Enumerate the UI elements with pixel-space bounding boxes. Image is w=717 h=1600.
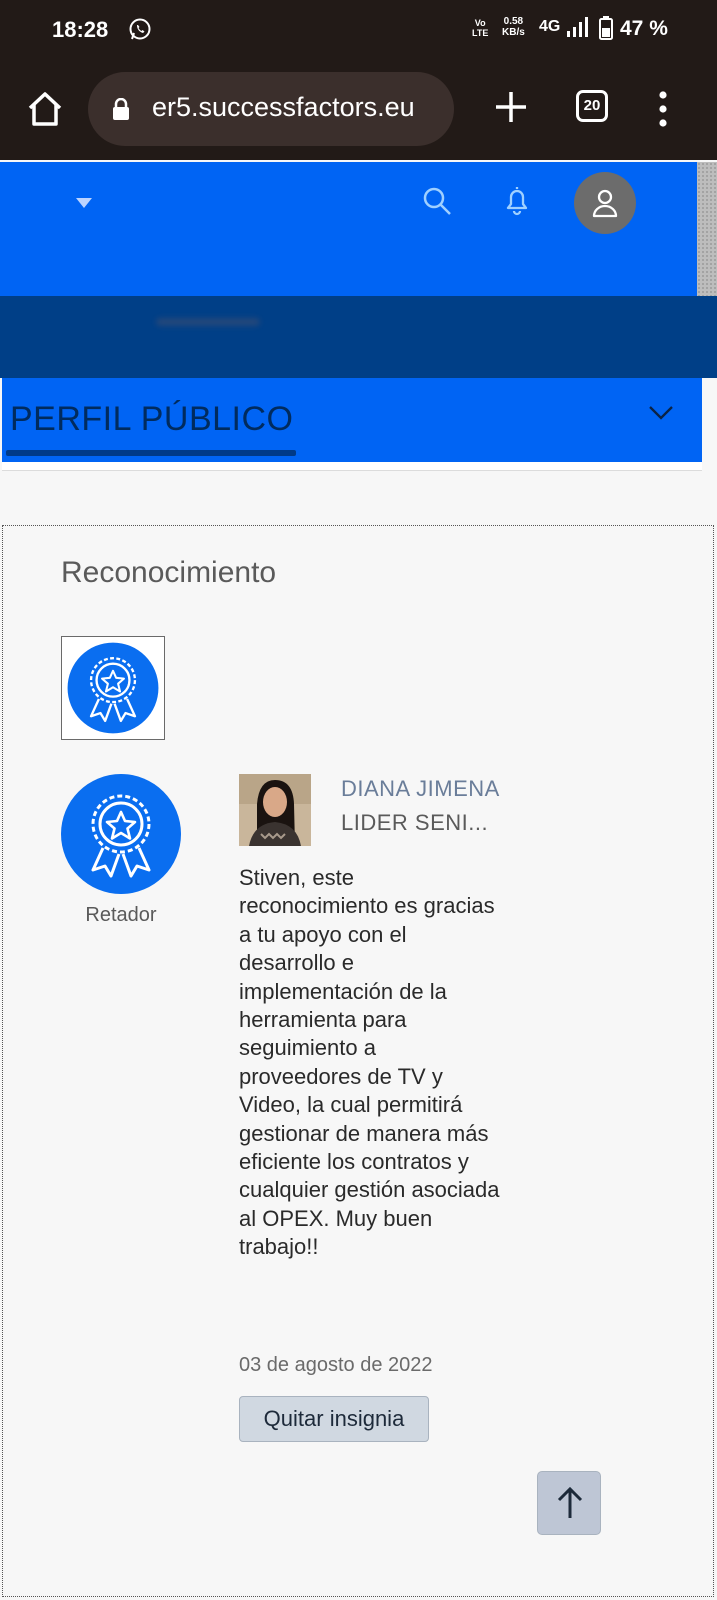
section-title: Reconocimiento [61,556,277,589]
url-text: er5.successfactors.eu [152,92,415,122]
banner-decoration [156,318,260,326]
scrollbar[interactable] [697,162,717,296]
giver-photo[interactable] [239,774,311,846]
whatsapp-icon [129,18,151,40]
clock: 18:28 [52,17,109,42]
section-navigation[interactable]: PERFIL PÚBLICO [2,378,702,462]
badge-icon-large [61,774,181,894]
badge-icon [67,642,159,734]
more-options-icon[interactable] [656,90,670,128]
badge-name: Retador [85,904,157,926]
arrow-up-icon [557,1486,583,1518]
user-avatar-button[interactable] [574,172,636,234]
nav-title[interactable]: PERFIL PÚBLICO [10,400,293,439]
lock-icon [113,98,129,120]
bell-icon[interactable] [502,184,532,216]
volte-indicator: Vo LTE [472,18,489,38]
active-tab-indicator [6,450,296,456]
search-icon[interactable] [422,186,452,216]
app-header [0,162,697,296]
giver-name[interactable]: DIANA JIMENA [341,776,507,802]
battery-icon [599,16,613,40]
tab-switcher-button[interactable]: 20 [576,90,608,122]
scroll-to-top-button[interactable] [537,1471,601,1535]
recognition-date: 03 de agosto de 2022 [239,1354,433,1376]
status-bar: 18:28 Vo LTE 0.58 KB/s 4G 47 % [0,0,717,60]
caret-down-icon[interactable] [76,198,92,208]
network-type: 4G [539,18,561,35]
nav-shadow [2,462,702,471]
signal-icon [567,17,588,37]
browser-toolbar: er5.successfactors.eu 20 [0,60,717,160]
address-bar[interactable]: er5.successfactors.eu [88,72,454,146]
chevron-down-icon[interactable] [648,404,674,422]
user-icon [592,189,618,218]
home-icon[interactable] [24,88,66,130]
battery-percent: 47 % [620,17,668,40]
recognition-message: Stiven, este reconocimiento es gracias a… [239,865,500,1260]
badge-thumbnail[interactable] [61,636,165,740]
remove-badge-button[interactable]: Quitar insignia [239,1396,429,1442]
new-tab-icon[interactable] [492,88,530,126]
profile-banner [0,296,717,378]
network-speed: 0.58 KB/s [502,16,525,38]
recognition-card: Reconocimiento Retador DIANA JIMENA LIDE… [2,525,714,1597]
giver-role: LIDER SENI... [341,810,489,835]
